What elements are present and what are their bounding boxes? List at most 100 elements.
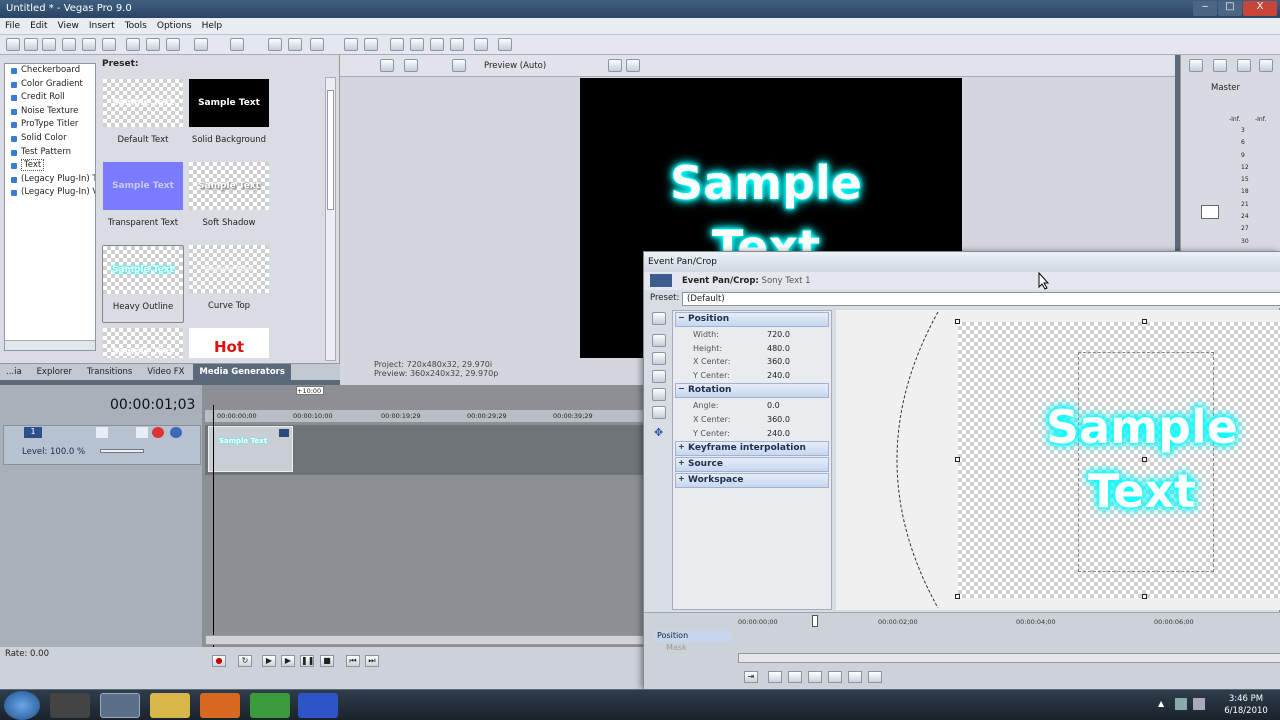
envelope-tool-icon[interactable] bbox=[288, 38, 302, 51]
pan-crop-workspace[interactable]: Sample Text bbox=[836, 310, 1280, 610]
scrollbar-thumb[interactable] bbox=[327, 90, 334, 210]
ignore-grouping-icon[interactable] bbox=[430, 38, 444, 51]
minimize-button[interactable]: ‒ bbox=[1193, 1, 1217, 16]
render-icon[interactable] bbox=[82, 38, 96, 51]
level-slider[interactable] bbox=[100, 449, 144, 453]
crop-handle-left[interactable] bbox=[955, 457, 960, 462]
preset-item[interactable]: Hot bbox=[188, 328, 270, 358]
kf-track-mask[interactable]: Mask bbox=[654, 643, 732, 654]
auto-ripple-icon[interactable] bbox=[390, 38, 404, 51]
video-track-header[interactable]: 1 Level: 100.0 % bbox=[3, 425, 201, 465]
tab-explorer[interactable]: Explorer bbox=[31, 364, 78, 380]
prev-keyframe-icon[interactable] bbox=[788, 671, 802, 683]
kf-ruler[interactable]: 00:00:00;00 00:00:02;00 00:00:04;00 00:0… bbox=[738, 618, 1280, 628]
rotation-category[interactable]: Rotation bbox=[675, 383, 829, 399]
pan-crop-title-bar[interactable]: Event Pan/Crop bbox=[644, 252, 1280, 272]
paste-icon[interactable] bbox=[166, 38, 180, 51]
system-clock[interactable]: 3:46 PM 6/18/2010 bbox=[1218, 693, 1274, 717]
zoom-icon[interactable] bbox=[652, 352, 666, 365]
loop-icon[interactable]: ↻ bbox=[238, 655, 252, 667]
preview-quality-dropdown[interactable]: Preview (Auto) bbox=[484, 61, 546, 71]
auto-crossfade-icon[interactable] bbox=[364, 38, 378, 51]
source-category[interactable]: Source bbox=[675, 457, 829, 473]
open-icon[interactable] bbox=[24, 38, 38, 51]
create-keyframe-icon[interactable] bbox=[808, 671, 822, 683]
position-width-row[interactable]: Width: 720.0 bbox=[673, 328, 831, 342]
solo-icon[interactable] bbox=[170, 427, 182, 438]
show-properties-icon[interactable] bbox=[652, 312, 666, 325]
event-pan-crop-icon[interactable] bbox=[279, 429, 289, 437]
stop-icon[interactable]: ■ bbox=[320, 655, 334, 667]
tab-project-media[interactable]: ...ia bbox=[0, 364, 28, 380]
preset-curve-top[interactable]: Sample Text Curve Top bbox=[188, 245, 270, 323]
tree-item-credit-roll[interactable]: Credit Roll bbox=[5, 91, 95, 105]
workspace-category[interactable]: Workspace bbox=[675, 473, 829, 489]
mixer-properties-icon[interactable] bbox=[1189, 59, 1203, 72]
last-keyframe-icon[interactable] bbox=[868, 671, 882, 683]
settings-icon[interactable] bbox=[474, 38, 488, 51]
properties-icon[interactable] bbox=[102, 38, 116, 51]
menu-insert[interactable]: Insert bbox=[84, 18, 120, 31]
mute-icon[interactable] bbox=[152, 427, 164, 438]
position-category[interactable]: Position bbox=[675, 312, 829, 327]
tree-item-checkerboard[interactable]: Checkerboard bbox=[5, 64, 95, 78]
tree-item-test-pattern[interactable]: Test Pattern bbox=[5, 146, 95, 160]
keyframe-interpolation-category[interactable]: Keyframe interpolation bbox=[675, 441, 829, 457]
tab-media-generators[interactable]: Media Generators bbox=[193, 364, 291, 380]
lock-aspect-ratio-icon[interactable] bbox=[652, 406, 666, 419]
selection-tool-icon[interactable] bbox=[310, 38, 324, 51]
kf-cursor[interactable] bbox=[812, 615, 818, 627]
expand-track-icon[interactable] bbox=[96, 427, 108, 438]
preset-default-text[interactable]: Sample Text Default Text bbox=[102, 79, 184, 157]
new-icon[interactable] bbox=[6, 38, 20, 51]
tree-item-legacy-t[interactable]: (Legacy Plug-In) T bbox=[5, 173, 95, 187]
split-screen-icon[interactable] bbox=[452, 59, 466, 72]
delete-keyframe-icon[interactable] bbox=[828, 671, 842, 683]
maximize-button[interactable]: □ bbox=[1218, 1, 1242, 16]
rotation-y-center-row[interactable]: Y Center: 240.0 bbox=[673, 427, 831, 441]
tree-item-text[interactable]: Text bbox=[5, 159, 95, 173]
menu-tools[interactable]: Tools bbox=[120, 18, 152, 31]
cut-icon[interactable] bbox=[126, 38, 140, 51]
network-icon[interactable] bbox=[1175, 698, 1187, 710]
tab-transitions[interactable]: Transitions bbox=[81, 364, 139, 380]
tree-horizontal-scrollbar[interactable] bbox=[5, 340, 95, 350]
kf-scrollbar[interactable] bbox=[738, 653, 1280, 663]
rotation-angle-row[interactable]: Angle: 0.0 bbox=[673, 399, 831, 413]
save-as-icon[interactable] bbox=[62, 38, 76, 51]
position-x-center-row[interactable]: X Center: 360.0 bbox=[673, 355, 831, 369]
menu-file[interactable]: File bbox=[0, 18, 25, 31]
tab-video-fx[interactable]: Video FX bbox=[141, 364, 190, 380]
preset-item[interactable]: Sample Text bbox=[102, 328, 184, 358]
tree-item-color-gradient[interactable]: Color Gradient bbox=[5, 78, 95, 92]
normal-edit-tool-icon[interactable] bbox=[268, 38, 282, 51]
preset-transparent-text[interactable]: Sample Text Transparent Text bbox=[102, 162, 184, 240]
tree-item-legacy-v[interactable]: (Legacy Plug-In) V bbox=[5, 186, 95, 200]
redo-icon[interactable] bbox=[230, 38, 244, 51]
firefox-icon[interactable] bbox=[200, 693, 240, 718]
volume-icon[interactable] bbox=[1193, 698, 1205, 710]
menu-help[interactable]: Help bbox=[197, 18, 228, 31]
zoom-tool-icon[interactable] bbox=[450, 38, 464, 51]
undo-icon[interactable] bbox=[194, 38, 208, 51]
start-button[interactable] bbox=[4, 691, 40, 720]
close-button[interactable]: X bbox=[1243, 1, 1277, 16]
menu-edit[interactable]: Edit bbox=[25, 18, 52, 31]
external-monitor-icon[interactable] bbox=[404, 59, 418, 72]
preset-heavy-outline[interactable]: Sample Text Heavy Outline bbox=[102, 245, 184, 323]
master-fader[interactable] bbox=[1201, 205, 1219, 219]
track-fx-icon[interactable] bbox=[136, 427, 148, 438]
crop-frame[interactable]: Sample Text bbox=[955, 319, 1280, 599]
preset-dropdown[interactable]: (Default) bbox=[682, 292, 1280, 306]
crop-handle-top[interactable] bbox=[1142, 319, 1147, 324]
video-track-lane[interactable]: Sample Text bbox=[205, 425, 645, 475]
show-hidden-icons[interactable]: ▲ bbox=[1158, 699, 1168, 709]
normal-edit-icon[interactable] bbox=[652, 334, 666, 347]
rotation-x-center-row[interactable]: X Center: 360.0 bbox=[673, 413, 831, 427]
video-app-icon[interactable] bbox=[298, 693, 338, 718]
move-freely-icon[interactable]: ✥ bbox=[654, 426, 663, 439]
save-snapshot-icon[interactable] bbox=[626, 59, 640, 72]
loop-marker[interactable]: +10:00 bbox=[296, 386, 324, 395]
preset-solid-background[interactable]: Sample Text Solid Background bbox=[188, 79, 270, 157]
go-to-start-icon[interactable]: ⏮ bbox=[346, 655, 360, 667]
